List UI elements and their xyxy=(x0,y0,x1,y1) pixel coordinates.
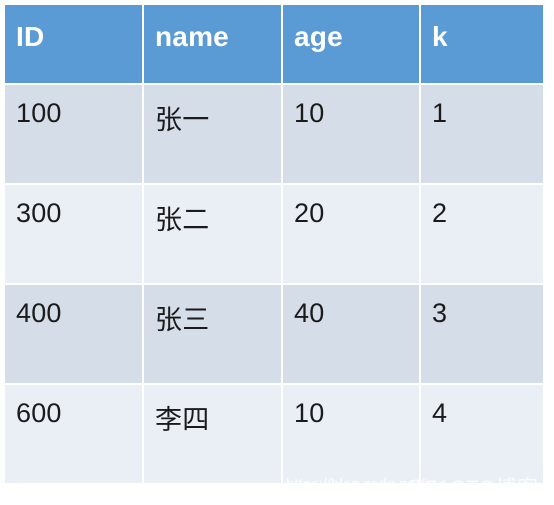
cell-name: 张二 xyxy=(144,185,281,283)
column-header-name[interactable]: name xyxy=(144,5,281,83)
cell-id: 400 xyxy=(5,285,142,383)
table-row[interactable]: 600 李四 10 4 xyxy=(5,385,543,483)
cell-age: 10 xyxy=(283,385,419,483)
table-row[interactable]: 100 张一 10 1 xyxy=(5,85,543,183)
cell-age: 10 xyxy=(283,85,419,183)
cell-name: 张三 xyxy=(144,285,281,383)
table-row[interactable]: 300 张二 20 2 xyxy=(5,185,543,283)
column-header-k[interactable]: k xyxy=(421,5,543,83)
cell-k: 1 xyxy=(421,85,543,183)
cell-k: 4 xyxy=(421,385,543,483)
cell-age: 20 xyxy=(283,185,419,283)
cell-name: 张一 xyxy=(144,85,281,183)
table-body: 100 张一 10 1 300 张二 20 2 400 张三 40 3 600 … xyxy=(5,85,543,483)
cell-k: 2 xyxy=(421,185,543,283)
table-row[interactable]: 400 张三 40 3 xyxy=(5,285,543,383)
cell-name: 李四 xyxy=(144,385,281,483)
table-container: ID name age k 100 张一 10 1 300 张二 20 2 40… xyxy=(5,5,543,505)
cell-age: 40 xyxy=(283,285,419,383)
column-header-age[interactable]: age xyxy=(283,5,419,83)
header-row: ID name age k xyxy=(5,5,543,83)
data-table: ID name age k 100 张一 10 1 300 张二 20 2 40… xyxy=(5,5,543,485)
table-header: ID name age k xyxy=(5,5,543,83)
cell-k: 3 xyxy=(421,285,543,383)
cell-id: 300 xyxy=(5,185,142,283)
column-header-id[interactable]: ID xyxy=(5,5,142,83)
cell-id: 100 xyxy=(5,85,142,183)
cell-id: 600 xyxy=(5,385,142,483)
